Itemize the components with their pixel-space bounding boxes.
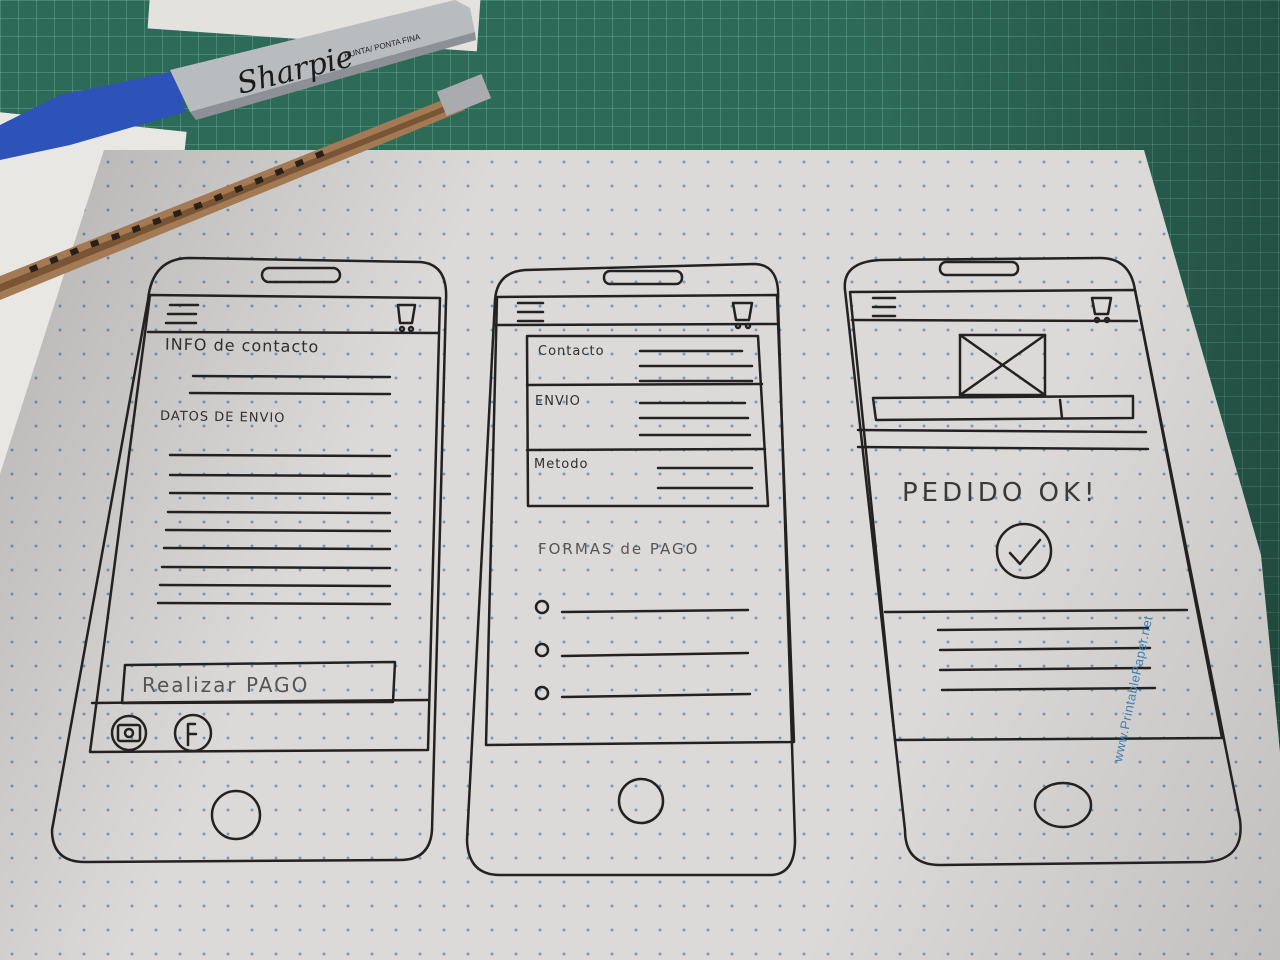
phone-2-header-divider [494,322,779,327]
phone-2-payment-forms-label: FORMAS de PAGO [538,540,700,558]
phone-3-section-divider [856,445,1150,451]
phone-1-cart-icon[interactable] [396,303,417,333]
phone-2-method-label: Metodo [534,457,589,472]
check-circle-icon [995,522,1053,580]
phone-3-hamburger-icon[interactable] [871,296,897,318]
phone-2-payment-options[interactable] [534,599,752,701]
phone-1-pay-button-label[interactable]: Realizar PAGO [142,673,309,697]
phone-2-outline [465,262,797,877]
phone-2-contact-label: Contacto [538,344,605,359]
phone-1-shipping-lines [156,453,392,606]
phone-3-progress-marker [1058,398,1064,420]
phone-1-shipping-label: DATOS DE ENVIO [159,408,286,427]
phone-3-detail-lines [936,626,1157,692]
phone-2-shipping-label: ENVIO [535,394,581,409]
phone-1-contact-lines [188,374,392,396]
phone-1-header-divider [146,330,440,335]
phone-3-header-divider [850,318,1139,323]
phone-2-hamburger-icon[interactable] [516,301,545,323]
phone-3-order-ok-label: PEDIDO OK! [902,478,1099,508]
phone-3-lower-divider [883,608,1189,614]
phone-1-contact-label: INFO de contacto [164,334,320,357]
facebook-icon[interactable] [173,713,213,753]
phone-3-outline [843,256,1242,867]
phone-1-hamburger-icon[interactable] [164,303,200,325]
phone-3-image-placeholder-icon [958,333,1047,397]
phone-2-summary-lines [638,349,754,490]
instagram-icon[interactable] [110,714,148,752]
phone-3-cart-icon[interactable] [1090,296,1113,324]
phone-3-progress-bar [871,394,1135,422]
phone-2-summary-box [525,334,770,508]
